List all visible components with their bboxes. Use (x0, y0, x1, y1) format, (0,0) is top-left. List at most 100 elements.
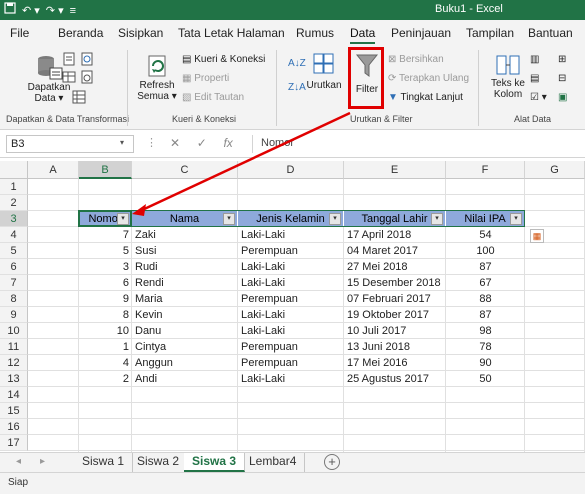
row-header-11[interactable]: 11 (0, 339, 28, 355)
worksheet-grid[interactable]: A B C D E F G 1 2 3 4 5 6 7 8 9 10 11 12 13 14 15 16 17 Nomor ▾ Na… (0, 161, 585, 452)
table-cell[interactable]: 25 Agustus 2017 (347, 371, 443, 387)
table-cell[interactable]: 87 (449, 259, 522, 275)
tab-bantuan[interactable]: Bantuan (528, 26, 573, 40)
text-file-icon[interactable] (62, 52, 76, 69)
sheet-tab-siswa-1[interactable]: Siswa 1 (74, 453, 134, 472)
recent-sources-icon[interactable] (80, 70, 94, 87)
column-header-c[interactable]: C (132, 161, 238, 179)
table-cell[interactable]: 54 (449, 227, 522, 243)
web-icon[interactable] (80, 52, 94, 69)
tab-tampilan[interactable]: Tampilan (466, 26, 514, 40)
table-cell[interactable]: Perempuan (241, 339, 341, 355)
formula-input[interactable]: Nomor (252, 135, 580, 153)
table-cell[interactable]: 78 (449, 339, 522, 355)
row-header-3[interactable]: 3 (0, 211, 28, 227)
row-header-7[interactable]: 7 (0, 275, 28, 291)
row-header-10[interactable]: 10 (0, 323, 28, 339)
queries-connections-button[interactable]: ▤ Kueri & Koneksi (182, 54, 265, 65)
table-cell[interactable]: Anggun (135, 355, 235, 371)
table-cell[interactable]: 67 (449, 275, 522, 291)
tab-sisipkan[interactable]: Sisipkan (118, 26, 163, 40)
table-cell[interactable]: 04 Maret 2017 (347, 243, 443, 259)
table-cell[interactable]: Perempuan (241, 355, 341, 371)
table-cell[interactable]: 5 (82, 243, 129, 259)
table-cell[interactable]: 13 Juni 2018 (347, 339, 443, 355)
table-cell[interactable]: 3 (82, 259, 129, 275)
tab-peninjauan[interactable]: Peninjauan (391, 26, 451, 40)
row-header-12[interactable]: 12 (0, 355, 28, 371)
properties-button[interactable]: ▦ Properti (182, 73, 229, 84)
row-header-4[interactable]: 4 (0, 227, 28, 243)
row-header-13[interactable]: 13 (0, 371, 28, 387)
table-cell[interactable]: Laki-Laki (241, 275, 341, 291)
advanced-filter-button[interactable]: ▼ Tingkat Lanjut (388, 92, 463, 103)
table-cell[interactable]: Laki-Laki (241, 259, 341, 275)
insert-function-icon[interactable]: fx (223, 136, 232, 150)
row-header-2[interactable]: 2 (0, 195, 28, 211)
table-cell[interactable]: 4 (82, 355, 129, 371)
table-cell[interactable]: Andi (135, 371, 235, 387)
table-cell[interactable]: Zaki (135, 227, 235, 243)
undo-icon[interactable]: ↶ ▾ (22, 3, 40, 19)
data-model-icon[interactable]: ▣ (558, 92, 567, 103)
table-cell[interactable]: Rendi (135, 275, 235, 291)
row-header-16[interactable]: 16 (0, 419, 28, 435)
redo-icon[interactable]: ↷ ▾ (46, 3, 64, 19)
row-header-1[interactable]: 1 (0, 179, 28, 195)
table-cell[interactable]: Maria (135, 291, 235, 307)
confirm-icon[interactable]: ✓ (197, 136, 207, 150)
table-cell[interactable]: 98 (449, 323, 522, 339)
table-cell[interactable]: 9 (82, 291, 129, 307)
table-cell[interactable]: 8 (82, 307, 129, 323)
text-to-columns-button[interactable]: Teks ke Kolom (486, 52, 530, 100)
table-cell[interactable]: 87 (449, 307, 522, 323)
tab-file[interactable]: File (10, 26, 29, 40)
table-cell[interactable]: 27 Mei 2018 (347, 259, 443, 275)
refresh-all-button[interactable]: Refresh Semua ▾ (134, 52, 180, 102)
table-cell[interactable]: 17 April 2018 (347, 227, 443, 243)
table-header-cell[interactable]: Nilai IPA ▾ (446, 211, 525, 227)
sort-z-a-icon[interactable]: Z↓A (288, 82, 306, 93)
flash-fill-icon[interactable]: ▥ (530, 54, 539, 65)
table-cell[interactable]: Laki-Laki (241, 323, 341, 339)
tab-beranda[interactable]: Beranda (58, 26, 103, 40)
table-cell[interactable]: Cintya (135, 339, 235, 355)
table-cell[interactable]: 88 (449, 291, 522, 307)
sort-a-z-icon[interactable]: A↓Z (288, 58, 306, 69)
row-header-6[interactable]: 6 (0, 259, 28, 275)
quick-analysis-icon[interactable]: ▦ (530, 229, 544, 243)
scroll-right-icon[interactable]: ▸ (40, 456, 45, 467)
table-cell[interactable]: 15 Desember 2018 (347, 275, 443, 291)
column-header-e[interactable]: E (344, 161, 446, 179)
table-cell[interactable]: Kevin (135, 307, 235, 323)
table-cell[interactable]: Susi (135, 243, 235, 259)
save-icon[interactable] (4, 2, 16, 19)
filter-dropdown-icon[interactable]: ▾ (510, 213, 522, 225)
filter-dropdown-icon[interactable]: ▾ (223, 213, 235, 225)
table-header-cell[interactable]: Nama ▾ (132, 211, 238, 227)
row-header-14[interactable]: 14 (0, 387, 28, 403)
table-cell[interactable]: 2 (82, 371, 129, 387)
row-header-8[interactable]: 8 (0, 291, 28, 307)
name-box[interactable]: B3 (6, 135, 134, 153)
reapply-button[interactable]: ⟳ Terapkan Ulang (388, 73, 469, 84)
table-cell[interactable]: 19 Oktober 2017 (347, 307, 443, 323)
table-cell[interactable]: Rudi (135, 259, 235, 275)
row-header-9[interactable]: 9 (0, 307, 28, 323)
table-cell[interactable]: 100 (449, 243, 522, 259)
table-cell[interactable]: 17 Mei 2016 (347, 355, 443, 371)
table-cell[interactable]: 10 Juli 2017 (347, 323, 443, 339)
consolidate-icon[interactable]: ⊞ (558, 54, 566, 65)
table-header-cell[interactable]: Jenis Kelamin ▾ (238, 211, 344, 227)
clear-filter-button[interactable]: ⊠ Bersihkan (388, 54, 444, 65)
tab-data[interactable]: Data (350, 26, 376, 44)
relationships-icon[interactable]: ⊟ (558, 73, 566, 84)
row-header-17[interactable]: 17 (0, 435, 28, 451)
data-validation-icon[interactable]: ☑ ▾ (530, 92, 547, 103)
table-cell[interactable]: 6 (82, 275, 129, 291)
column-header-d[interactable]: D (238, 161, 344, 179)
table-cell[interactable]: 7 (82, 227, 129, 243)
sort-button[interactable]: Urutkan (306, 52, 342, 91)
filter-dropdown-icon[interactable]: ▾ (117, 213, 129, 225)
table-cell[interactable]: Laki-Laki (241, 307, 341, 323)
